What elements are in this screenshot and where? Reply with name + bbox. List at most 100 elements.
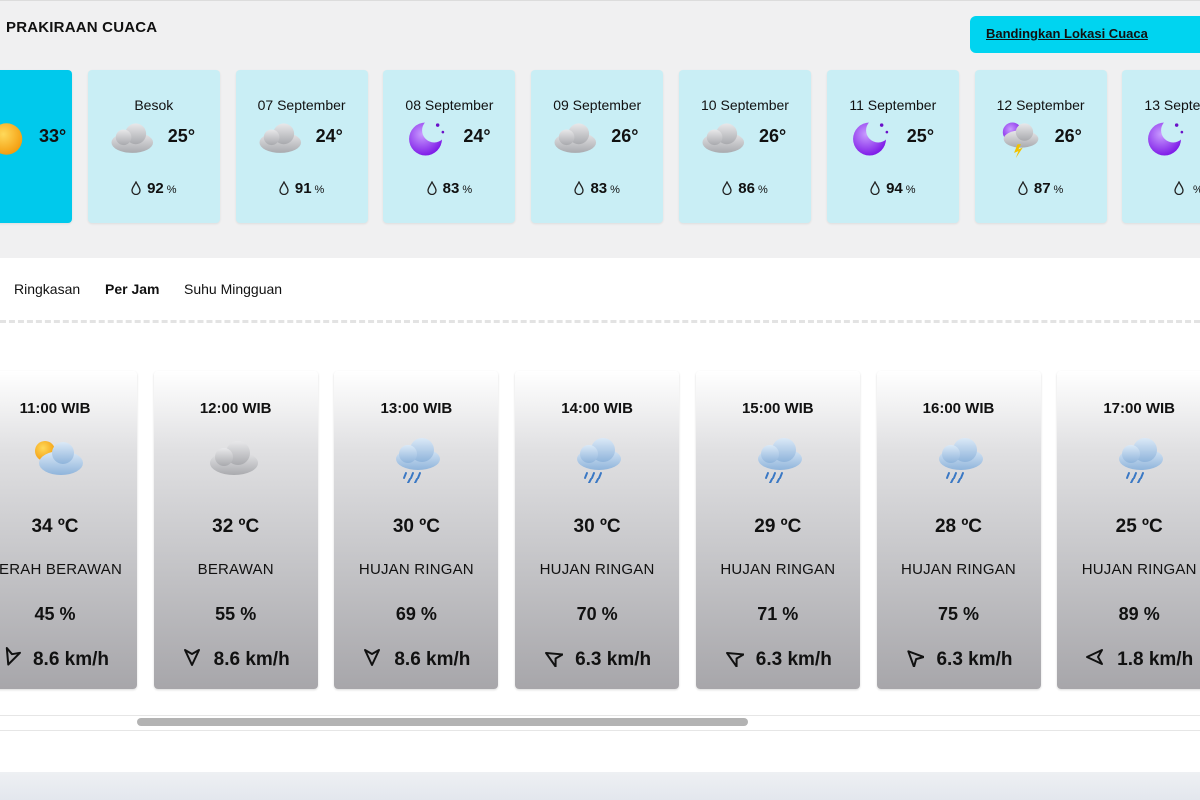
day-card[interactable]: Hari Ini 33° 49%: [0, 70, 72, 223]
hour-humidity: 70 %: [576, 604, 618, 624]
day-card[interactable]: 10 September 26° 86%: [679, 70, 811, 223]
day-humidity-value: 92: [147, 180, 164, 197]
day-card[interactable]: 12 September 26° 87%: [974, 70, 1107, 223]
hour-time: 15:00 WIB: [741, 400, 814, 417]
moon-icon: [847, 118, 899, 160]
tab-divider: [0, 320, 1200, 323]
water-drop-icon: [131, 180, 141, 199]
wind-speed: 8.6 km/h: [394, 649, 471, 670]
water-drop-icon: [279, 180, 289, 199]
hour-condition: BERAWAN: [197, 561, 274, 578]
water-drop-icon: [574, 180, 585, 199]
day-temperature: 25°: [906, 126, 935, 146]
hour-wind: 8.6 km/h: [334, 647, 498, 673]
hourly-card[interactable]: 17:00 WIB 25 ºC HUJAN RINGAN 89 % 1.8 km…: [1057, 371, 1200, 689]
hourly-card[interactable]: 13:00 WIB 30 ºC HUJAN RINGAN 69 % 8.6 km…: [334, 371, 499, 689]
day-card[interactable]: 11 September 25° 94%: [826, 70, 959, 223]
hour-wind: 8.6 km/h: [154, 647, 318, 673]
day-card[interactable]: 08 September 24° 83%: [383, 70, 516, 223]
day-humidity-value: 91: [294, 180, 312, 197]
wind-speed: 8.6 km/h: [32, 649, 110, 670]
top-divider: [0, 0, 1200, 1]
bottom-strip: [0, 772, 1200, 800]
humidity-unit: %: [1053, 184, 1064, 196]
hour-time: 13:00 WIB: [380, 400, 453, 417]
hour-wind: 8.6 km/h: [0, 647, 137, 673]
hour-humidity: 89 %: [1118, 604, 1160, 624]
moon-icon: [403, 118, 455, 160]
day-temperature: 26°: [759, 126, 787, 146]
cloud-icon: [256, 118, 308, 160]
hour-condition: HUJAN RINGAN: [901, 561, 1016, 578]
day-card[interactable]: 09 September 26° 83%: [531, 70, 664, 223]
wind-speed: 1.8 km/h: [1117, 649, 1194, 670]
humidity-unit: %: [1193, 184, 1200, 196]
day-humidity: 94%: [827, 180, 959, 199]
day-label: 11 September: [849, 97, 937, 113]
cloud-icon: [551, 118, 603, 160]
water-drop-icon: [870, 180, 880, 199]
day-humidity: 87%: [975, 180, 1107, 199]
hour-wind: 6.3 km/h: [515, 647, 679, 673]
sun-icon: [0, 118, 44, 160]
hour-wind: 1.8 km/h: [1057, 647, 1200, 673]
humidity-unit: %: [610, 184, 620, 196]
hourly-card[interactable]: 12:00 WIB 32 ºC BERAWAN 55 % 8.6 km/h: [153, 371, 318, 689]
compare-locations-button[interactable]: Bandingkan Lokasi Cuaca: [970, 16, 1200, 53]
water-drop-icon: [1174, 180, 1184, 199]
water-drop-icon: [1018, 180, 1028, 199]
hourly-card[interactable]: 15:00 WIB 29 ºC HUJAN RINGAN 71 % 6.3 km…: [695, 371, 860, 689]
day-card[interactable]: 13 September %: [1122, 70, 1200, 223]
water-drop-icon: [427, 180, 437, 199]
horizontal-scrollbar-thumb[interactable]: [137, 718, 748, 726]
cloud-icon: [204, 435, 268, 483]
hour-humidity: 55 %: [215, 604, 257, 624]
moon-icon: [1142, 118, 1194, 160]
wind-direction-icon: [362, 647, 382, 673]
day-label: 10 September: [701, 97, 789, 113]
compare-locations-label: Bandingkan Lokasi Cuaca: [986, 26, 1148, 41]
day-temperature: 24°: [315, 126, 343, 146]
day-temperature: 33°: [39, 126, 67, 146]
hour-time: 11:00 WIB: [19, 400, 91, 417]
wind-direction-icon: [904, 647, 926, 673]
humidity-unit: %: [314, 184, 325, 196]
hourly-card[interactable]: 16:00 WIB 28 ºC HUJAN RINGAN 75 % 6.3 km…: [876, 371, 1041, 689]
hourly-card[interactable]: 14:00 WIB 30 ºC HUJAN RINGAN 70 % 6.3 km…: [515, 371, 680, 689]
day-label: Besok: [134, 97, 174, 113]
hour-condition: HUJAN RINGAN: [358, 561, 474, 578]
day-humidity: 83%: [383, 180, 515, 199]
thunderstorm-icon: [995, 118, 1047, 160]
day-humidity-value: 86: [738, 180, 755, 197]
hour-condition: CERAH BERAWAN: [0, 561, 122, 578]
day-label: 08 September: [405, 97, 494, 113]
hour-temperature: 28 ºC: [934, 516, 983, 537]
day-humidity-value: 83: [590, 180, 608, 197]
rain-icon: [384, 435, 448, 484]
humidity-unit: %: [462, 184, 473, 196]
day-temperature: 24°: [463, 126, 491, 146]
hour-temperature: 25 ºC: [1115, 516, 1163, 537]
hour-condition: HUJAN RINGAN: [720, 561, 836, 578]
tab-ringkasan[interactable]: Ringkasan: [14, 281, 80, 297]
tab-suhu-mingguan[interactable]: Suhu Mingguan: [184, 281, 282, 297]
day-temperature: 26°: [611, 126, 639, 146]
day-card[interactable]: Besok 25° 92%: [87, 70, 220, 223]
wind-direction-icon: [724, 647, 745, 673]
day-label: 09 September: [553, 97, 642, 113]
day-label: 12 September: [996, 97, 1085, 113]
day-temperature: 26°: [1054, 126, 1082, 146]
hourly-card[interactable]: 11:00 WIB 34 ºC CERAH BERAWAN 45 % 8.6 k…: [0, 371, 137, 689]
wind-direction-icon: [1085, 647, 1105, 673]
rain-icon: [1107, 435, 1171, 484]
day-humidity: 91%: [236, 180, 368, 199]
page-title: PRAKIRAAN CUACA: [6, 19, 158, 36]
wind-speed: 6.3 km/h: [575, 649, 652, 670]
hour-temperature: 34 ºC: [31, 516, 79, 537]
day-humidity: 83%: [531, 180, 663, 199]
day-label: Hari Ini: [0, 97, 40, 113]
humidity-unit: %: [757, 184, 768, 196]
day-card[interactable]: 07 September 24° 91%: [235, 70, 368, 223]
tab-per-jam[interactable]: Per Jam: [105, 281, 159, 297]
hour-humidity: 69 %: [395, 604, 437, 624]
